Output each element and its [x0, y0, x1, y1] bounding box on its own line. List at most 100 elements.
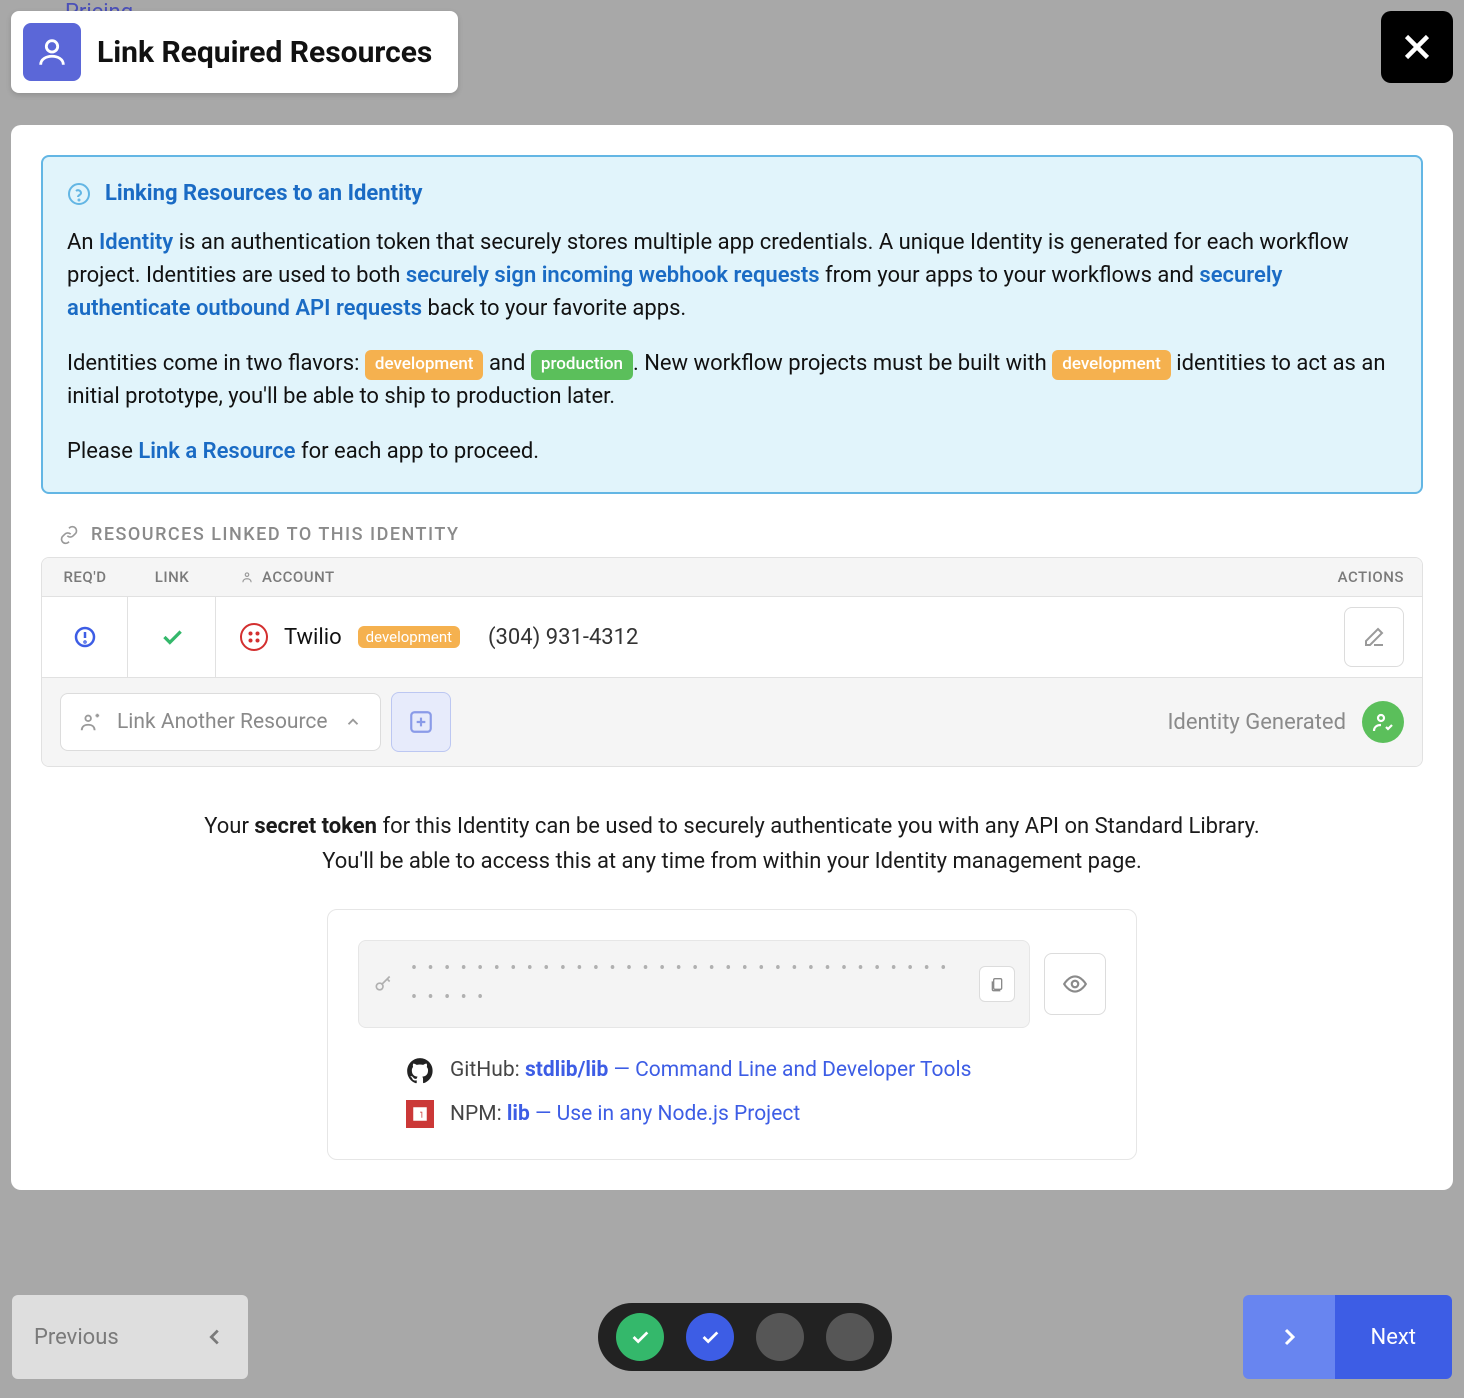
- production-pill: production: [531, 350, 633, 380]
- copy-token-button[interactable]: [979, 966, 1015, 1002]
- development-pill: development: [365, 350, 484, 380]
- person-check-icon: [1371, 710, 1395, 734]
- close-button[interactable]: [1381, 11, 1453, 83]
- th-account-label: ACCOUNT: [262, 568, 335, 586]
- development-pill-2: development: [1052, 350, 1171, 380]
- link-pkg: lib: [507, 1102, 530, 1126]
- text: Please: [67, 439, 138, 464]
- link-pkg: stdlib/lib: [525, 1058, 608, 1082]
- text: and: [483, 351, 530, 376]
- previous-label: Previous: [34, 1325, 119, 1350]
- step-3[interactable]: [756, 1313, 804, 1361]
- link-resource-link[interactable]: Link a Resource: [138, 439, 295, 464]
- td-actions: [1344, 597, 1422, 677]
- step-4[interactable]: [826, 1313, 874, 1361]
- text-bold: secret token: [254, 814, 377, 839]
- link-another-label: Link Another Resource: [117, 710, 328, 734]
- token-line-1: Your secret token for this Identity can …: [41, 809, 1423, 844]
- text: Identities come in two flavors:: [67, 351, 365, 376]
- td-required: [42, 597, 128, 677]
- token-card: • • • • • • • • • • • • • • • • • • • • …: [327, 909, 1137, 1160]
- step-1-complete[interactable]: [616, 1313, 664, 1361]
- check-icon: [699, 1326, 721, 1348]
- text: . New workflow projects must be built wi…: [633, 351, 1052, 376]
- text: for each app to proceed.: [295, 439, 539, 464]
- github-link-row[interactable]: GitHub: stdlib/lib — Command Line and De…: [406, 1054, 1106, 1088]
- chevron-left-icon: [204, 1326, 226, 1348]
- text: —: [608, 1058, 635, 1082]
- section-header-text: RESOURCES LINKED TO THIS IDENTITY: [91, 524, 459, 545]
- npm-link-row[interactable]: NPM: lib — Use in any Node.js Project: [406, 1098, 1106, 1132]
- token-line-2: You'll be able to access this at any tim…: [41, 844, 1423, 879]
- close-icon: [1399, 29, 1435, 65]
- info-para-3: Please Link a Resource for each app to p…: [67, 435, 1397, 468]
- previous-button[interactable]: Previous: [12, 1295, 248, 1379]
- modal-body: Linking Resources to an Identity An Iden…: [11, 125, 1453, 1190]
- table-header: REQ'D LINK ACCOUNT ACTIONS: [42, 558, 1422, 597]
- step-2-current[interactable]: [686, 1313, 734, 1361]
- plus-square-icon: [408, 709, 434, 735]
- text: NPM:: [450, 1102, 507, 1126]
- modal-title: Link Required Resources: [97, 35, 432, 70]
- link-desc: Command Line and Developer Tools: [635, 1058, 971, 1082]
- sign-webhook-link[interactable]: securely sign incoming webhook requests: [406, 263, 820, 288]
- identity-link[interactable]: Identity: [99, 230, 173, 255]
- edit-button[interactable]: [1344, 607, 1404, 667]
- text: for this Identity can be used to securel…: [377, 814, 1260, 839]
- info-title: Linking Resources to an Identity: [67, 181, 1397, 206]
- identity-status-label: Identity Generated: [1167, 710, 1346, 735]
- text: from your apps to your workflows and: [820, 263, 1200, 288]
- person-icon: [23, 23, 81, 81]
- td-account: Twilio development (304) 931-4312: [216, 597, 1344, 677]
- text: Your: [204, 814, 254, 839]
- modal: Link Required Resources Linking Resource…: [11, 11, 1453, 1387]
- modal-title-card: Link Required Resources: [11, 11, 458, 93]
- step-indicator: [598, 1303, 892, 1371]
- th-required: REQ'D: [42, 558, 128, 596]
- token-row: • • • • • • • • • • • • • • • • • • • • …: [358, 940, 1106, 1028]
- identity-badge: [1362, 701, 1404, 743]
- add-resource-button[interactable]: [391, 692, 451, 752]
- token-input: • • • • • • • • • • • • • • • • • • • • …: [358, 940, 1030, 1028]
- table-row: Twilio development (304) 931-4312: [42, 597, 1422, 677]
- alert-circle-icon: [73, 625, 97, 649]
- env-pill: development: [358, 626, 460, 648]
- account-value: (304) 931-4312: [488, 625, 638, 650]
- clipboard-icon: [989, 976, 1005, 992]
- person-small-icon: [240, 570, 254, 584]
- token-links: GitHub: stdlib/lib — Command Line and De…: [358, 1054, 1106, 1131]
- resources-table: REQ'D LINK ACCOUNT ACTIONS Twilio: [41, 557, 1423, 767]
- text: back to your favorite apps.: [422, 296, 686, 321]
- chevron-right-icon: [1277, 1325, 1301, 1349]
- key-icon: [373, 974, 393, 994]
- link-another-button[interactable]: Link Another Resource: [60, 693, 381, 751]
- check-icon: [159, 624, 185, 650]
- info-title-text: Linking Resources to an Identity: [105, 181, 422, 206]
- twilio-icon: [240, 623, 268, 651]
- table-footer: Link Another Resource Identity Generated: [42, 677, 1422, 766]
- text: An: [67, 230, 99, 255]
- td-link-status: [128, 597, 216, 677]
- reveal-token-button[interactable]: [1044, 953, 1106, 1015]
- person-plus-icon: [79, 711, 101, 733]
- token-mask: • • • • • • • • • • • • • • • • • • • • …: [411, 955, 961, 1013]
- link-icon: [59, 525, 79, 545]
- th-link: LINK: [128, 558, 216, 596]
- chevron-up-icon: [344, 713, 362, 731]
- eye-icon: [1062, 971, 1088, 997]
- help-circle-icon: [67, 182, 91, 206]
- edit-icon: [1362, 625, 1386, 649]
- next-label: Next: [1335, 1295, 1452, 1379]
- identity-status: Identity Generated: [1167, 701, 1404, 743]
- info-para-1: An Identity is an authentication token t…: [67, 226, 1397, 325]
- link-desc: Use in any Node.js Project: [557, 1102, 801, 1126]
- info-para-2: Identities come in two flavors: developm…: [67, 347, 1397, 413]
- provider-name: Twilio: [284, 625, 342, 650]
- modal-header: Link Required Resources: [11, 11, 1453, 93]
- npm-icon: [406, 1100, 434, 1128]
- check-icon: [629, 1326, 651, 1348]
- token-section: Your secret token for this Identity can …: [41, 809, 1423, 1160]
- next-button[interactable]: Next: [1243, 1295, 1452, 1379]
- text: —: [530, 1102, 557, 1126]
- section-header: RESOURCES LINKED TO THIS IDENTITY: [59, 524, 1423, 545]
